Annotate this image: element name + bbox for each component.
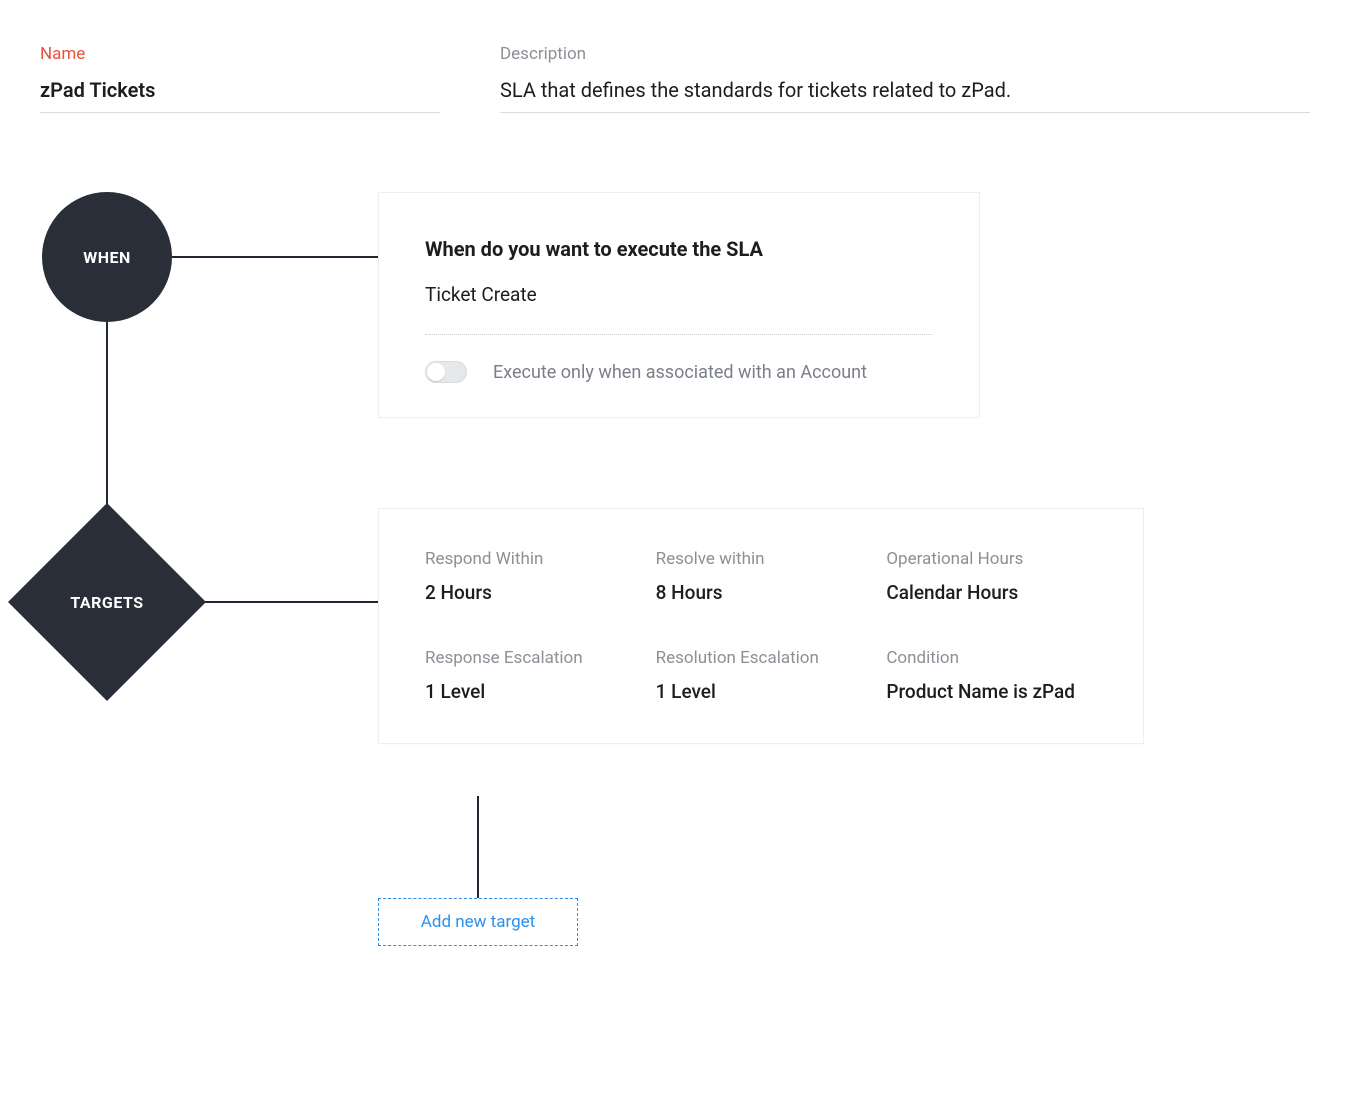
- divider: [425, 334, 933, 335]
- targets-node-label: TARGETS: [70, 593, 143, 612]
- description-label: Description: [500, 44, 1310, 64]
- account-toggle-row: Execute only when associated with an Acc…: [425, 361, 933, 383]
- metric-value: 1 Level: [425, 680, 636, 703]
- description-field-group: Description SLA that defines the standar…: [500, 44, 1310, 113]
- metric-label: Respond Within: [425, 549, 636, 569]
- targets-grid: Respond Within 2 Hours Resolve within 8 …: [425, 549, 1097, 703]
- metric-label: Response Escalation: [425, 648, 636, 668]
- toggle-knob-icon: [427, 363, 445, 381]
- when-node[interactable]: WHEN: [42, 192, 172, 322]
- metric-label: Condition: [886, 648, 1097, 668]
- connector-line: [477, 796, 479, 898]
- targets-card[interactable]: Respond Within 2 Hours Resolve within 8 …: [378, 508, 1144, 744]
- metric-condition: Condition Product Name is zPad: [886, 648, 1097, 703]
- form-header: Name zPad Tickets Description SLA that d…: [40, 44, 1310, 113]
- name-input[interactable]: zPad Tickets: [40, 78, 440, 113]
- name-label: Name: [40, 44, 440, 64]
- metric-value: 8 Hours: [656, 581, 867, 604]
- flow-canvas: WHEN TARGETS When do you want to execute…: [0, 170, 1350, 1090]
- when-card[interactable]: When do you want to execute the SLA Tick…: [378, 192, 980, 418]
- name-field-group: Name zPad Tickets: [40, 44, 440, 113]
- when-node-label: WHEN: [83, 248, 131, 267]
- metric-label: Resolve within: [656, 549, 867, 569]
- add-new-target-button[interactable]: Add new target: [378, 898, 578, 946]
- metric-value: Calendar Hours: [886, 581, 1097, 604]
- metric-operational-hours: Operational Hours Calendar Hours: [886, 549, 1097, 604]
- description-input[interactable]: SLA that defines the standards for ticke…: [500, 78, 1310, 113]
- when-trigger-value[interactable]: Ticket Create: [425, 283, 933, 334]
- metric-resolve-within: Resolve within 8 Hours: [656, 549, 867, 604]
- targets-node[interactable]: TARGETS: [37, 532, 177, 672]
- metric-value: 2 Hours: [425, 581, 636, 604]
- metric-value: 1 Level: [656, 680, 867, 703]
- add-new-target-label: Add new target: [421, 912, 535, 932]
- connector-line: [106, 322, 108, 532]
- metric-value: Product Name is zPad: [886, 680, 1097, 703]
- account-toggle[interactable]: [425, 361, 467, 383]
- metric-label: Resolution Escalation: [656, 648, 867, 668]
- metric-respond-within: Respond Within 2 Hours: [425, 549, 636, 604]
- when-card-title: When do you want to execute the SLA: [425, 237, 933, 261]
- metric-label: Operational Hours: [886, 549, 1097, 569]
- metric-response-escalation: Response Escalation 1 Level: [425, 648, 636, 703]
- metric-resolution-escalation: Resolution Escalation 1 Level: [656, 648, 867, 703]
- connector-line: [172, 256, 378, 258]
- account-toggle-label: Execute only when associated with an Acc…: [493, 362, 867, 383]
